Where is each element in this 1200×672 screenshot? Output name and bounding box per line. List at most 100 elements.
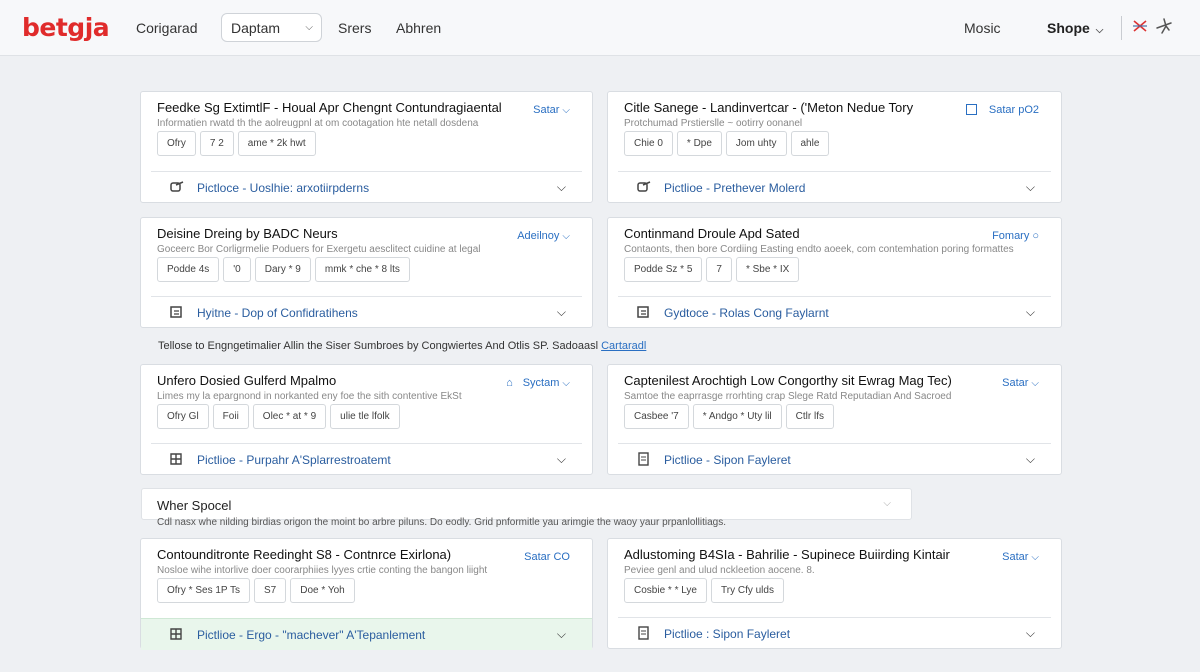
top-navigation-bar: betgja Corigarad Daptam ⌵ Srers Abhren M… [0, 0, 1200, 56]
card-option-chips: Ofry * Ses 1P Ts S7 Doe * Yoh [157, 578, 355, 603]
card-title: Citle Sanege - Landinvertcar - ('Meton N… [624, 100, 914, 115]
option-chip[interactable]: ahle [790, 131, 830, 156]
card-footer[interactable]: Gydtoce - Rolas Cong Faylarnt ⌵ [608, 297, 1061, 329]
category-select-value: Daptam [231, 20, 281, 36]
brand-logo[interactable]: betgja [22, 13, 110, 42]
card-footer[interactable]: Pictlioe - Sipon Fayleret ⌵ [608, 444, 1061, 476]
card-description: Goceerc Bor Corligrmelie Poduers for Exe… [157, 244, 481, 255]
card-footer-label: Pictlioe - Ergo - "machever" A'Tepanleme… [197, 628, 426, 642]
card-option-chips: Cosbie * * Lye Try Cfy ulds [624, 578, 784, 603]
option-chip[interactable]: ulie tle lfolk [330, 404, 400, 429]
option-chip[interactable]: 7 2 [199, 131, 234, 156]
card-footer-label: Hyitne - Dop of Confidratihens [197, 306, 358, 320]
card-title: Unfero Dosied Gulferd Mpalmo [157, 373, 337, 388]
card-footer-label: Pictlioe - Purpahr A'Splarrestroatemt [197, 453, 391, 467]
card-footer[interactable]: Pictlioe - Prethever Molerd ⌵ [608, 172, 1061, 204]
nav-link-series[interactable]: Srers [338, 20, 371, 36]
card-footer-label: Gydtoce - Rolas Cong Faylarnt [664, 306, 829, 320]
network-icon [637, 306, 649, 318]
chevron-down-icon[interactable]: ⌵ [1026, 305, 1035, 320]
option-chip[interactable]: Ctlr lfs [785, 404, 834, 429]
card-footer[interactable]: Hyitne - Dop of Confidratihens ⌵ [141, 297, 592, 329]
card-action-dropdown[interactable]: Satar ⌵ [1002, 377, 1039, 389]
chevron-down-icon[interactable]: ⌵ [1026, 626, 1035, 641]
option-chip[interactable]: Ofry * Ses 1P Ts [157, 578, 250, 603]
product-card[interactable]: Citle Sanege - Landinvertcar - ('Meton N… [607, 91, 1062, 203]
card-description: Informatien rwatd th the aolreugpnl at o… [157, 118, 479, 129]
option-chip[interactable]: * Dpe [676, 131, 722, 156]
card-footer[interactable]: Pictlioe - Purpahr A'Splarrestroatemt ⌵ [141, 444, 592, 476]
option-chip[interactable]: Casbee '7 [624, 404, 689, 429]
option-chip[interactable]: ame * 2k hwt [237, 131, 316, 156]
chevron-down-icon[interactable]: ⌵ [1026, 180, 1035, 195]
airplane-icon[interactable] [1155, 15, 1173, 37]
search-panel[interactable]: Wher Spocel ⌵ [141, 488, 912, 520]
chevron-down-icon[interactable]: ⌵ [883, 498, 891, 509]
card-footer-highlighted[interactable]: Pictlioe - Ergo - "machever" A'Tepanleme… [141, 618, 592, 650]
card-footer-label: Pictlioe - Prethever Molerd [664, 181, 806, 195]
card-option-chips: Ofry 7 2 ame * 2k hwt [157, 131, 316, 156]
search-help-text: Cdl nasx whe nilding birdias origon the … [157, 517, 726, 528]
option-chip[interactable]: Ofry [157, 131, 196, 156]
network-icon [170, 306, 182, 318]
nav-link-configured[interactable]: Corigarad [136, 20, 197, 36]
option-chip[interactable]: Foii [212, 404, 249, 429]
option-chip[interactable]: * Sbe * IX [735, 257, 800, 282]
card-description: Nosloe wihe intorlive doer coorarphiies … [157, 565, 488, 576]
nav-link-music[interactable]: Mosic [964, 20, 1001, 36]
card-action-dropdown[interactable]: Adeilnoy ⌵ [517, 230, 570, 242]
product-card[interactable]: Continmand Droule Apd Sated Fomary ○ Cont… [607, 217, 1062, 328]
checkbox-icon [965, 104, 977, 115]
chevron-down-icon[interactable]: ⌵ [557, 305, 566, 320]
card-description: Peviee genl and ulud nckleetion aocene. … [624, 565, 815, 576]
chevron-down-icon[interactable]: ⌵ [1026, 452, 1035, 467]
product-card[interactable]: Captenilest Arochtigh Low Congorthy sit … [607, 364, 1062, 475]
document-icon [638, 452, 649, 466]
card-action-dropdown[interactable]: Satar CO [524, 551, 570, 563]
link-icon [637, 181, 651, 192]
option-chip[interactable]: Chie 0 [624, 131, 673, 156]
card-footer[interactable]: Pictloce - Uoslhie: arxotiirpderns ⌵ [141, 172, 592, 204]
card-action-dropdown[interactable]: Fomary ○ [992, 230, 1039, 242]
crossed-arrows-icon[interactable] [1131, 15, 1149, 37]
link-icon [170, 181, 184, 192]
option-chip[interactable]: 7 [706, 257, 732, 282]
option-chip[interactable]: Podde 4s [157, 257, 220, 282]
option-chip[interactable]: * Andgo * Uty lil [692, 404, 782, 429]
card-description: Limes my la epargnond in norkanted eny f… [157, 391, 462, 402]
card-description: Protchumad Prstierslle ~ ootirry oonanel [624, 118, 803, 129]
card-footer[interactable]: Pictlioe : Sipon Fayleret ⌵ [608, 618, 1061, 650]
notice-text: Tellose to Engngetimalier Allin the Sise… [158, 340, 647, 352]
card-title: Continmand Droule Apd Sated [624, 226, 800, 241]
option-chip[interactable]: mmk * che * 8 lts [314, 257, 410, 282]
card-action-dropdown[interactable]: ⌂ Syctam ⌵ [506, 377, 570, 389]
chevron-down-icon[interactable]: ⌵ [557, 627, 566, 642]
nav-link-abhren[interactable]: Abhren [396, 20, 441, 36]
option-chip[interactable]: Doe * Yoh [290, 578, 355, 603]
option-chip[interactable]: Podde Sz * 5 [624, 257, 703, 282]
card-action-dropdown[interactable]: Satar pO2 [965, 104, 1039, 116]
product-card[interactable]: Unfero Dosied Gulferd Mpalmo ⌂ Syctam ⌵ Li… [140, 364, 593, 475]
card-action-dropdown[interactable]: Satar ⌵ [533, 104, 570, 116]
chevron-down-icon[interactable]: ⌵ [557, 180, 566, 195]
card-option-chips: Casbee '7 * Andgo * Uty lil Ctlr lfs [624, 404, 834, 429]
product-card[interactable]: Adlustoming B4SIa - Bahrilie - Supinece … [607, 538, 1062, 649]
product-card[interactable]: Deisine Dreing by BADC Neurs Adeilnoy ⌵ G… [140, 217, 593, 328]
option-chip[interactable]: Dary * 9 [254, 257, 311, 282]
shop-menu-label: Shope [1047, 20, 1090, 36]
product-card[interactable]: Feedke Sg ExtimtlF - Houal Apr Chengnt C… [140, 91, 593, 203]
product-card[interactable]: Contounditronte Reedinght S8 - Contnrce … [140, 538, 593, 650]
shop-menu[interactable]: Shope ⌵ [1047, 20, 1103, 36]
chevron-down-icon[interactable]: ⌵ [557, 452, 566, 467]
category-select[interactable]: Daptam ⌵ [221, 13, 322, 42]
option-chip[interactable]: S7 [254, 578, 287, 603]
option-chip[interactable]: Ofry Gl [157, 404, 209, 429]
option-chip[interactable]: Olec * at * 9 [252, 404, 327, 429]
option-chip[interactable]: Cosbie * * Lye [624, 578, 707, 603]
notice-link[interactable]: Cartaradl [601, 340, 646, 352]
card-action-dropdown[interactable]: Satar ⌵ [1002, 551, 1039, 563]
card-option-chips: Podde Sz * 5 7 * Sbe * IX [624, 257, 800, 282]
option-chip[interactable]: Try Cfy ulds [711, 578, 784, 603]
option-chip[interactable]: '0 [223, 257, 251, 282]
option-chip[interactable]: Jom uhty [725, 131, 787, 156]
